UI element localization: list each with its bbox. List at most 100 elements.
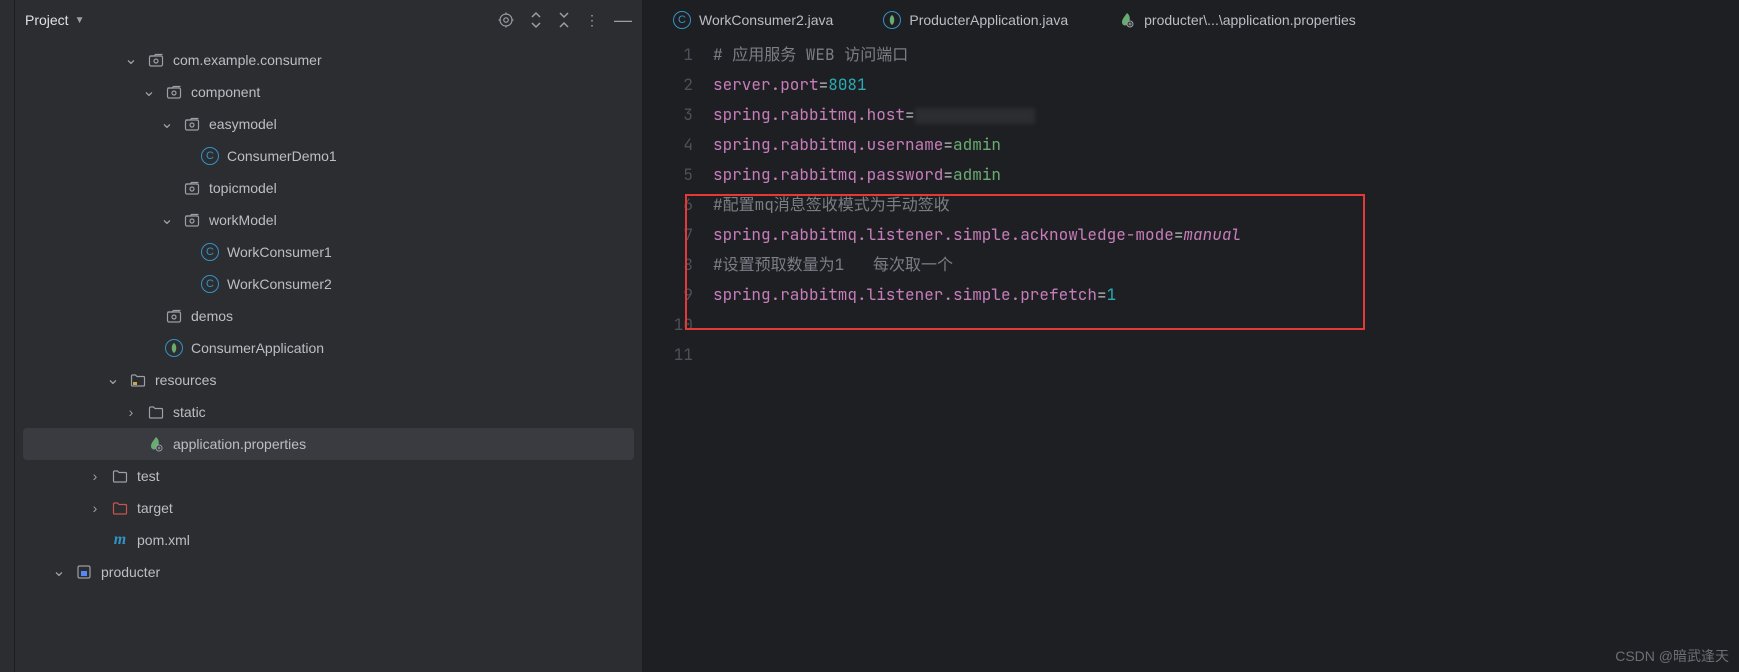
line-number: 1	[643, 40, 693, 70]
minimize-icon[interactable]: —	[614, 10, 632, 31]
properties-icon	[1118, 12, 1136, 28]
tree-item[interactable]: ›static	[15, 396, 642, 428]
tree-item[interactable]: ·application.properties	[23, 428, 634, 460]
tree-item-label: target	[137, 500, 173, 516]
tab-label: ProducterApplication.java	[909, 12, 1068, 28]
tree-item[interactable]: ⌄ easymodel	[15, 108, 642, 140]
code-line: spring.rabbitmq.username=admin	[713, 130, 1739, 160]
folder-icon	[147, 404, 165, 420]
line-number: 4	[643, 130, 693, 160]
line-number: 2	[643, 70, 693, 100]
expand-icon[interactable]	[529, 11, 543, 29]
tree-item[interactable]: ⌄ com.example.consumer	[15, 44, 642, 76]
project-tree[interactable]: ⌄ com.example.consumer ⌄ component ⌄ easymode…	[15, 40, 642, 672]
package-icon	[165, 308, 183, 324]
tree-item-label: pom.xml	[137, 532, 190, 548]
tree-item-label: ConsumerApplication	[191, 340, 324, 356]
tree-item-label: resources	[155, 372, 216, 388]
chevron-down-icon[interactable]: ⌄	[141, 88, 157, 96]
package-icon	[147, 52, 165, 68]
code-line	[713, 310, 1739, 340]
chevron-down-icon[interactable]: ⌄	[159, 120, 175, 128]
chevron-right-icon[interactable]: ›	[123, 404, 139, 420]
code-line: spring.rabbitmq.password=admin	[713, 160, 1739, 190]
tree-item-label: demos	[191, 308, 233, 324]
line-number: 10	[643, 310, 693, 340]
tree-item[interactable]: ⌄ workModel	[15, 204, 642, 236]
target-icon[interactable]	[497, 11, 515, 29]
folder-icon	[111, 468, 129, 484]
spring-icon	[165, 339, 183, 357]
code-line	[713, 340, 1739, 370]
activity-bar	[0, 0, 15, 672]
chevron-down-icon[interactable]: ⌄	[51, 568, 67, 576]
more-icon[interactable]: ⋮	[585, 12, 600, 29]
tree-item[interactable]: ·ConsumerApplication	[15, 332, 642, 364]
code-line: #设置预取数量为1 每次取一个	[713, 250, 1739, 280]
editor-area: C WorkConsumer2.java ProducterApplication.…	[643, 0, 1739, 672]
editor-tabs: C WorkConsumer2.java ProducterApplication.…	[643, 0, 1739, 40]
tree-item-label: component	[191, 84, 260, 100]
tree-item-label: application.properties	[173, 436, 306, 452]
folder-icon	[129, 372, 147, 388]
project-sidebar: Project ▼ ⋮ — ⌄ com.example.consumer ⌄ comp…	[15, 0, 643, 672]
project-label: Project	[25, 12, 69, 28]
folder-icon	[111, 500, 129, 516]
editor-tab[interactable]: C WorkConsumer2.java	[673, 11, 833, 29]
chevron-down-icon[interactable]: ⌄	[159, 216, 175, 224]
editor-tab[interactable]: ProducterApplication.java	[883, 11, 1068, 29]
tree-item-label: workModel	[209, 212, 277, 228]
line-number: 9	[643, 280, 693, 310]
tree-item[interactable]: ⌄ component	[15, 76, 642, 108]
class-icon: C	[201, 275, 219, 293]
tree-item-label: WorkConsumer2	[227, 276, 332, 292]
chevron-down-icon[interactable]: ⌄	[105, 376, 121, 384]
tree-item[interactable]: ·CWorkConsumer1	[15, 236, 642, 268]
tree-item-label: ConsumerDemo1	[227, 148, 337, 164]
editor-tab[interactable]: producter\...\application.properties	[1118, 12, 1356, 28]
tree-item[interactable]: ⌄producter	[15, 556, 642, 588]
tab-label: producter\...\application.properties	[1144, 12, 1356, 28]
class-icon: C	[673, 11, 691, 29]
chevron-right-icon[interactable]: ›	[87, 468, 103, 484]
tree-item[interactable]: ·demos	[15, 300, 642, 332]
code-line: spring.rabbitmq.host=	[713, 100, 1739, 130]
tree-item[interactable]: ⌄ resources	[15, 364, 642, 396]
properties-icon	[147, 436, 165, 452]
collapse-icon[interactable]	[557, 11, 571, 29]
chevron-down-icon: ▼	[75, 15, 85, 26]
tree-item[interactable]: ·CConsumerDemo1	[15, 140, 642, 172]
class-icon: C	[201, 147, 219, 165]
tree-item[interactable]: › target	[15, 492, 642, 524]
project-header: Project ▼ ⋮ —	[15, 0, 642, 40]
header-actions: ⋮ —	[497, 10, 632, 31]
line-number: 11	[643, 340, 693, 370]
line-number: 3	[643, 100, 693, 130]
tree-item[interactable]: ·mpom.xml	[15, 524, 642, 556]
tree-item[interactable]: ·topicmodel	[15, 172, 642, 204]
tree-item-label: test	[137, 468, 160, 484]
package-icon	[165, 84, 183, 100]
tree-item[interactable]: › test	[15, 460, 642, 492]
class-icon: C	[201, 243, 219, 261]
code-line: # 应用服务 WEB 访问端口	[713, 40, 1739, 70]
code-line: spring.rabbitmq.listener.simple.acknowle…	[713, 220, 1739, 250]
tree-item-label: easymodel	[209, 116, 277, 132]
chevron-down-icon[interactable]: ⌄	[123, 56, 139, 64]
project-dropdown[interactable]: Project ▼	[25, 12, 84, 28]
module-icon	[75, 564, 93, 580]
package-icon	[183, 212, 201, 228]
line-number: 6	[643, 190, 693, 220]
spring-icon	[883, 11, 901, 29]
package-icon	[183, 116, 201, 132]
line-gutter: 1234567891011	[643, 40, 713, 672]
line-number: 8	[643, 250, 693, 280]
code-editor[interactable]: 1234567891011 # 应用服务 WEB 访问端口server.port…	[643, 40, 1739, 672]
tree-item[interactable]: ·CWorkConsumer2	[15, 268, 642, 300]
code-line: server.port=8081	[713, 70, 1739, 100]
tab-label: WorkConsumer2.java	[699, 12, 833, 28]
code-line: #配置mq消息签收模式为手动签收	[713, 190, 1739, 220]
code-content[interactable]: # 应用服务 WEB 访问端口server.port=8081spring.ra…	[713, 40, 1739, 672]
tree-item-label: com.example.consumer	[173, 52, 322, 68]
chevron-right-icon[interactable]: ›	[87, 500, 103, 516]
